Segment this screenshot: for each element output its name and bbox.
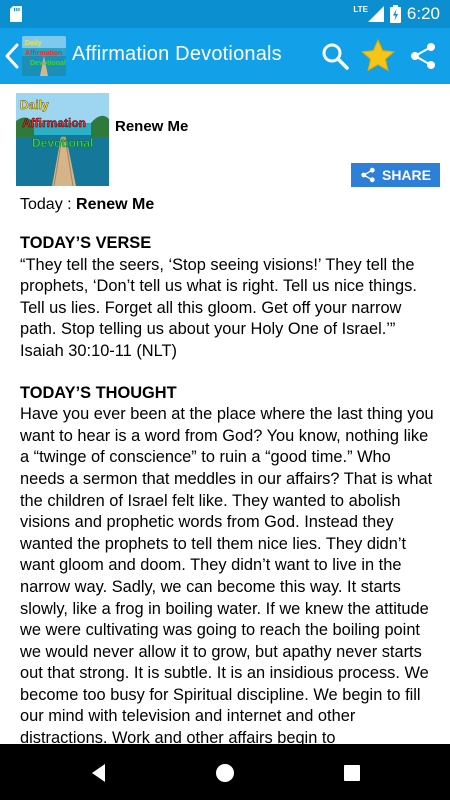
post-thumbnail: Daily Affirmation Devotional	[16, 93, 109, 186]
today-value: Renew Me	[76, 196, 155, 213]
thought-text: Have you ever been at the place where th…	[20, 405, 434, 744]
sd-card-icon	[10, 6, 22, 22]
share-button-icon	[361, 167, 375, 183]
verse-text: “They tell the seers, ‘Stop seeing visio…	[20, 255, 417, 360]
svg-text:Affirmation: Affirmation	[25, 50, 62, 57]
app-title: Affirmation Devotionals	[72, 43, 282, 65]
thought-heading: TODAY’S THOUGHT	[20, 383, 177, 402]
app-logo-image: Daily Affirmation Devotional	[22, 36, 66, 76]
today-line: Today : Renew Me	[20, 196, 154, 214]
app-bar: Daily Affirmation Devotional Affirmation…	[0, 28, 450, 84]
signal-icon	[367, 6, 384, 22]
svg-text:Daily: Daily	[25, 40, 42, 47]
post-title: Renew Me	[115, 118, 189, 135]
devotional-content[interactable]: Daily Affirmation Devotional Renew Me SH…	[0, 84, 450, 744]
clock: 6:20	[406, 4, 440, 23]
network-type: LTE	[353, 4, 368, 14]
battery-icon	[389, 5, 401, 23]
verse-heading: TODAY’S VERSE	[20, 234, 152, 252]
app-logo[interactable]: Daily Affirmation Devotional	[22, 36, 66, 76]
share-button-label: SHARE	[381, 167, 431, 183]
status-bar: LTE 6:20	[0, 0, 450, 28]
system-navigation-bar	[0, 744, 450, 800]
favorite-star-icon[interactable]	[360, 38, 396, 74]
back-arrow-icon[interactable]	[4, 42, 20, 70]
svg-text:Devotional: Devotional	[32, 136, 93, 150]
devotional-body: TODAY’S VERSE “They tell the seers, ‘Sto…	[20, 233, 434, 744]
share-icon[interactable]	[408, 41, 438, 71]
nav-home-icon[interactable]	[214, 762, 236, 784]
share-button[interactable]: SHARE	[351, 163, 440, 187]
thumbnail-image: Daily Affirmation Devotional	[16, 93, 109, 186]
today-label: Today :	[20, 196, 77, 213]
svg-text:Affirmation: Affirmation	[22, 116, 86, 130]
nav-back-icon[interactable]	[88, 762, 110, 784]
svg-text:Daily: Daily	[20, 98, 49, 112]
search-icon[interactable]	[320, 41, 350, 71]
nav-recents-icon[interactable]	[341, 762, 363, 784]
svg-text:Devotional: Devotional	[30, 60, 66, 67]
